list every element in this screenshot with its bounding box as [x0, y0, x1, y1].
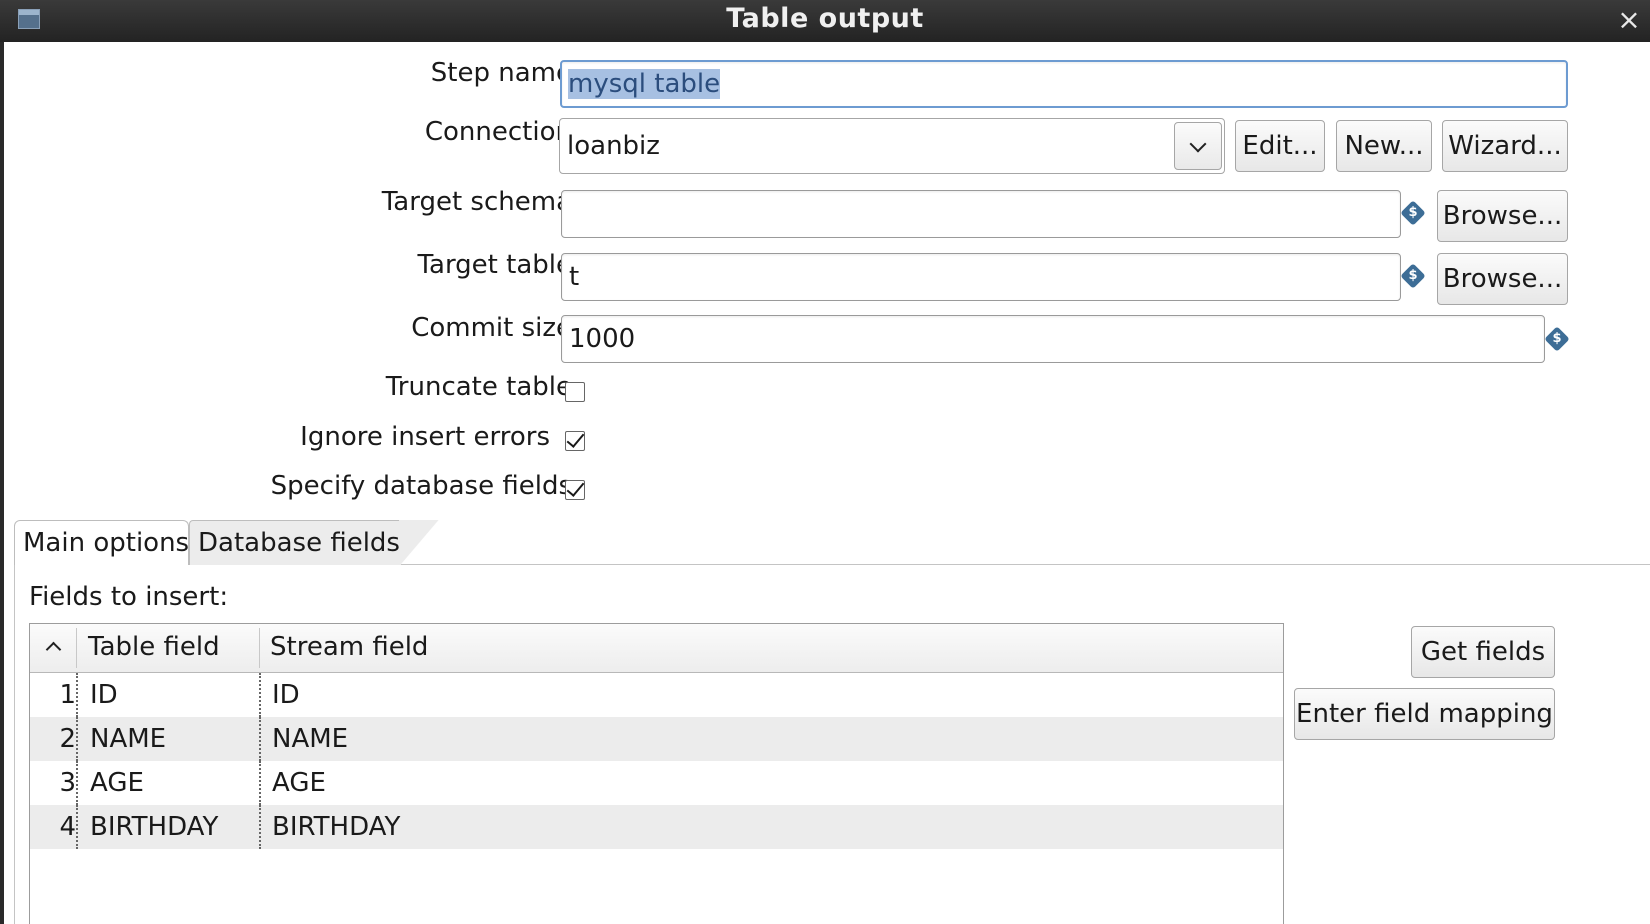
window-frame [0, 42, 4, 924]
table-row[interactable]: 1 ID ID [30, 673, 1283, 717]
new-connection-button[interactable]: New... [1336, 120, 1432, 172]
connection-value: loanbiz [567, 131, 660, 161]
stream-field-cell[interactable]: NAME [272, 717, 348, 761]
column-separator [76, 717, 78, 761]
browse-table-button[interactable]: Browse... [1437, 253, 1568, 305]
target-table-label: Target table [417, 250, 572, 280]
commit-size-input[interactable]: 1000 [561, 315, 1545, 363]
column-separator [76, 761, 78, 805]
check-icon [566, 478, 585, 497]
specify-database-fields-label: Specify database fields [270, 471, 572, 501]
column-header-stream-field[interactable]: Stream field [270, 624, 428, 672]
tab-bar: Main options Database fields [14, 520, 1650, 567]
fields-table[interactable]: Table field Stream field 1 ID ID 2 NAME … [29, 623, 1284, 924]
stream-field-cell[interactable]: AGE [272, 761, 326, 805]
stream-field-cell[interactable]: BIRTHDAY [272, 805, 400, 849]
connection-dropdown-button[interactable] [1174, 122, 1222, 170]
row-number: 2 [59, 724, 76, 754]
tab-database-fields[interactable]: Database fields [189, 520, 439, 567]
wizard-connection-button[interactable]: Wizard... [1442, 120, 1568, 172]
row-number: 3 [59, 768, 76, 798]
ignore-insert-errors-checkbox[interactable] [565, 429, 585, 451]
target-schema-input[interactable] [561, 190, 1401, 238]
target-schema-label: Target schema [381, 187, 572, 217]
table-field-cell[interactable]: ID [90, 673, 118, 717]
truncate-table-label: Truncate table [385, 372, 572, 402]
column-header-table-field[interactable]: Table field [88, 624, 220, 672]
variable-icon[interactable]: $ [1400, 200, 1426, 226]
step-name-label: Step name [430, 58, 572, 88]
row-number: 4 [59, 812, 76, 842]
enter-field-mapping-button[interactable]: Enter field mapping [1294, 688, 1555, 740]
connection-label: Connection [424, 117, 572, 147]
fields-to-insert-label: Fields to insert: [29, 582, 229, 612]
window-title: Table output [726, 3, 924, 34]
column-separator [259, 673, 261, 717]
stream-field-cell[interactable]: ID [272, 673, 300, 717]
ignore-insert-errors-label: Ignore insert errors [300, 422, 550, 452]
browse-schema-button[interactable]: Browse... [1437, 190, 1568, 242]
table-header: Table field Stream field [30, 624, 1283, 673]
close-icon[interactable]: × [1614, 0, 1644, 42]
connection-select[interactable]: loanbiz [559, 118, 1225, 174]
tab-edge [399, 520, 439, 567]
table-row[interactable]: 4 BIRTHDAY BIRTHDAY [30, 805, 1283, 849]
column-separator [76, 628, 77, 668]
tab-main-options[interactable]: Main options [14, 520, 189, 566]
edit-connection-button[interactable]: Edit... [1235, 120, 1325, 172]
table-field-cell[interactable]: NAME [90, 717, 166, 761]
step-name-input[interactable]: mysql table [560, 60, 1568, 108]
column-separator [76, 805, 78, 849]
target-table-input[interactable]: t [561, 253, 1401, 301]
commit-size-label: Commit size [411, 313, 572, 343]
get-fields-button[interactable]: Get fields [1411, 626, 1555, 678]
row-number: 1 [59, 680, 76, 710]
table-field-cell[interactable]: BIRTHDAY [90, 805, 218, 849]
table-row[interactable]: 3 AGE AGE [30, 761, 1283, 805]
sort-button[interactable] [30, 624, 76, 672]
column-separator [259, 805, 261, 849]
table-field-cell[interactable]: AGE [90, 761, 144, 805]
variable-icon[interactable]: $ [1400, 263, 1426, 289]
variable-icon[interactable]: $ [1544, 326, 1570, 352]
table-row[interactable]: 2 NAME NAME [30, 717, 1283, 761]
truncate-table-checkbox[interactable] [565, 382, 585, 402]
column-separator [259, 628, 260, 668]
column-separator [259, 717, 261, 761]
specify-database-fields-checkbox[interactable] [565, 478, 585, 500]
chevron-up-icon [45, 641, 62, 658]
tab-database-fields-label: Database fields [198, 528, 400, 558]
step-name-value: mysql table [568, 69, 721, 99]
column-separator [259, 761, 261, 805]
column-separator [76, 673, 78, 717]
check-icon [566, 429, 585, 448]
title-bar: Table output × [0, 0, 1650, 42]
chevron-down-icon [1189, 135, 1207, 153]
